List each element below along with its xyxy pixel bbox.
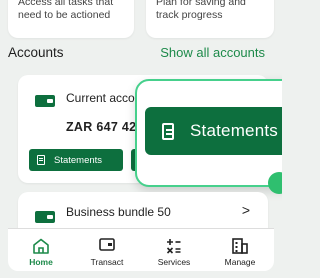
tasks-card[interactable]: Access all tasks that need to be actione…: [8, 0, 134, 38]
document-icon: [162, 122, 174, 140]
nav-home[interactable]: Home: [8, 229, 74, 271]
tasks-card-text: Access all tasks that need to be actione…: [18, 0, 128, 22]
statements-button-zoomed-label: Statements: [190, 121, 278, 140]
statements-button[interactable]: Statements: [29, 149, 123, 171]
app-screen: Access all tasks that need to be actione…: [0, 0, 282, 278]
savings-card-text: Plan for saving and track progress: [156, 0, 266, 22]
statements-button-zoomed[interactable]: Statements: [145, 107, 282, 155]
document-icon: [37, 155, 45, 165]
nav-transact-label: Transact: [90, 257, 124, 267]
transact-icon: [99, 238, 115, 251]
account-balance: ZAR 647 423: [66, 120, 144, 134]
savings-card[interactable]: Plan for saving and track progress: [146, 0, 274, 38]
pointer-indicator: [268, 172, 282, 194]
savings-card-line2: track progress: [156, 9, 223, 21]
accounts-heading: Accounts: [8, 45, 64, 60]
show-all-accounts-link[interactable]: Show all accounts: [160, 45, 265, 60]
tasks-card-line2: need to be actioned: [18, 9, 111, 21]
nav-manage-label: Manage: [224, 257, 256, 267]
savings-card-line1: Plan for saving and: [156, 0, 246, 8]
nav-transact[interactable]: Transact: [74, 229, 140, 271]
wallet-icon: [35, 95, 55, 107]
manage-icon: [232, 238, 248, 254]
zoom-callout: Statements: [135, 79, 282, 187]
wallet-icon: [35, 211, 55, 223]
bottom-nav: Home Transact Services Manage: [8, 228, 274, 271]
tasks-card-line1: Access all tasks that: [18, 0, 114, 8]
services-icon: [166, 239, 181, 254]
account-name: Current accou: [66, 91, 142, 105]
nav-manage[interactable]: Manage: [207, 229, 273, 271]
bundle-name: Business bundle 50: [66, 205, 171, 219]
nav-services[interactable]: Services: [141, 229, 207, 271]
nav-services-label: Services: [157, 257, 191, 267]
chevron-right-icon: >: [241, 202, 250, 218]
home-icon: [33, 238, 49, 254]
statements-button-label: Statements: [54, 154, 103, 166]
nav-home-label: Home: [29, 257, 53, 267]
